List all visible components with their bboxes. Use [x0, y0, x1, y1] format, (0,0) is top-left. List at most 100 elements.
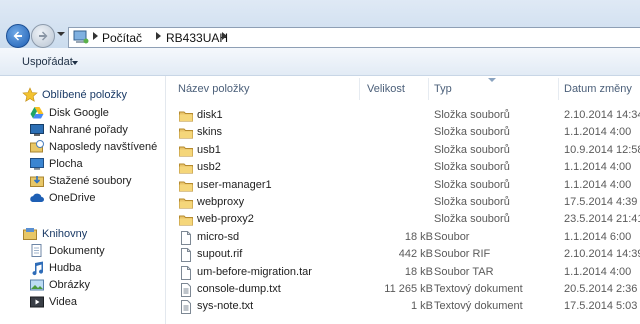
file-row[interactable]: user-manager1 Složka souborů 1.1.2014 4:00 — [166, 177, 640, 194]
folder-icon — [179, 111, 193, 122]
file-type: Složka souborů — [434, 109, 510, 121]
sidebar-item-label: Plocha — [49, 158, 83, 170]
file-row[interactable]: supout.rif 442 kB Soubor RIF 2.10.2014 14:3… — [166, 246, 640, 263]
sidebar-favorites-label: Oblíbené položky — [42, 89, 127, 101]
file-row[interactable]: console-dump.txt 11 265 kB Textový dokumen… — [166, 281, 640, 298]
file-type: Složka souborů — [434, 161, 510, 174]
file-name: micro-sd — [197, 230, 240, 243]
chevron-down-icon — [72, 61, 78, 65]
file-date: 1.1.2014 4:00 — [564, 161, 632, 174]
column-header-date[interactable]: Datum změny — [564, 83, 632, 95]
file-type: Soubor TAR — [434, 265, 494, 278]
forward-button[interactable] — [31, 24, 55, 48]
file-date: 1.1.2014 4:00 — [564, 265, 632, 278]
libraries-icon — [23, 228, 37, 240]
organize-button[interactable]: Uspořádat — [22, 56, 73, 68]
file-date: 20.5.2014 2:36 — [564, 283, 638, 295]
file-row[interactable]: sys-note.txt 1 kB Textový dokument 17.5.201… — [166, 298, 640, 315]
folder-icon — [179, 198, 193, 209]
file-name: web-proxy2 — [197, 213, 254, 226]
documents-icon — [31, 244, 42, 257]
breadcrumb-separator[interactable] — [93, 32, 98, 40]
column-divider[interactable] — [359, 78, 360, 100]
computer-icon — [73, 30, 89, 44]
file-size: 18 kB — [404, 230, 433, 243]
file-row[interactable]: skins Složka souborů 1.1.2014 4:00 — [166, 124, 640, 141]
back-button[interactable] — [6, 24, 30, 48]
folder-icon — [179, 215, 193, 226]
folder-icon — [179, 181, 193, 192]
column-divider[interactable] — [558, 78, 559, 100]
sidebar-item-label: Nahrané pořady — [49, 124, 128, 136]
videos-icon — [30, 296, 44, 308]
breadcrumb[interactable]: Počítač RB433UAH — [68, 27, 640, 48]
recorded-tv-icon — [30, 124, 44, 136]
column-header-type[interactable]: Typ — [434, 83, 452, 95]
file-type: Složka souborů — [434, 178, 510, 191]
file-name: webproxy — [197, 196, 245, 208]
file-icon — [181, 230, 191, 245]
breadcrumb-separator[interactable] — [222, 32, 227, 40]
file-date: 23.5.2014 21:41 — [564, 213, 640, 226]
file-row[interactable]: usb2 Složka souborů 1.1.2014 4:00 — [166, 159, 640, 176]
sidebar-item-label: Stažené soubory — [49, 175, 132, 187]
file-date: 17.5.2014 4:39 — [564, 196, 638, 208]
file-icon — [181, 248, 191, 263]
recent-places-icon — [30, 140, 44, 153]
breadcrumb-separator[interactable] — [156, 32, 161, 40]
sidebar-libraries-label: Knihovny — [42, 228, 88, 240]
file-type: Složka souborů — [434, 126, 510, 139]
file-type: Složka souborů — [434, 213, 510, 226]
file-type: Složka souborů — [434, 143, 510, 156]
file-type: Složka souborů — [434, 196, 510, 208]
file-size: 1 kB — [410, 300, 433, 313]
file-type: Soubor RIF — [434, 248, 491, 261]
file-name: user-manager1 — [197, 178, 272, 191]
music-icon — [32, 261, 44, 276]
downloads-icon — [30, 176, 44, 187]
sidebar-item-label: Naposledy navštívené — [49, 141, 158, 153]
sidebar-item-label: Disk Google — [49, 107, 109, 119]
file-date: 1.1.2014 4:00 — [564, 126, 632, 139]
file-row[interactable]: um-before-migration.tar 18 kB Soubor TAR 1.… — [166, 264, 640, 281]
sidebar-item-label: Videa — [49, 296, 77, 308]
file-date: 17.5.2014 5:03 — [564, 300, 638, 313]
file-size: 18 kB — [404, 265, 433, 278]
file-name: usb2 — [197, 161, 221, 174]
file-row[interactable]: web-proxy2 Složka souborů 23.5.2014 21:41 — [166, 211, 640, 228]
file-name: supout.rif — [197, 248, 243, 261]
file-type: Textový dokument — [434, 283, 523, 295]
file-date: 1.1.2014 6:00 — [564, 230, 632, 243]
file-name: skins — [197, 126, 223, 139]
desktop-icon — [30, 158, 44, 170]
file-date: 10.9.2014 12:58 — [564, 143, 640, 156]
file-list: Název položky Velikost Typ Datum změny d… — [166, 76, 640, 324]
sidebar-item-label: Obrázky — [49, 279, 90, 291]
column-header-size[interactable]: Velikost — [367, 83, 405, 95]
star-icon — [22, 87, 38, 102]
sidebar-item-label: Dokumenty — [49, 245, 105, 257]
navigation-pane: Oblíbené položky Disk Google Nahrané poř… — [0, 76, 165, 324]
file-row[interactable]: disk1 Složka souborů 2.10.2014 14:34 — [166, 107, 640, 124]
breadcrumb-item-device[interactable]: RB433UAH — [166, 31, 228, 45]
column-header-name[interactable]: Název položky — [178, 83, 250, 95]
file-row[interactable]: usb1 Složka souborů 10.9.2014 12:58 — [166, 142, 640, 159]
file-date: 2.10.2014 14:39 — [564, 248, 640, 261]
file-name: disk1 — [197, 109, 223, 121]
recent-pages-dropdown[interactable] — [57, 32, 65, 36]
file-date: 1.1.2014 4:00 — [564, 178, 632, 191]
file-name: sys-note.txt — [197, 300, 254, 313]
breadcrumb-item-computer[interactable]: Počítač — [102, 31, 142, 45]
file-name: um-before-migration.tar — [197, 265, 312, 278]
column-divider[interactable] — [428, 78, 429, 100]
file-name: console-dump.txt — [197, 283, 281, 295]
file-row[interactable]: micro-sd 18 kB Soubor 1.1.2014 6:00 — [166, 229, 640, 246]
arrow-right-icon — [39, 31, 48, 41]
file-size: 11 265 kB — [384, 283, 433, 295]
file-row[interactable]: webproxy Složka souborů 17.5.2014 4:39 — [166, 194, 640, 211]
folder-icon — [179, 146, 193, 157]
google-drive-icon — [30, 107, 44, 119]
sidebar-item-label: OneDrive — [49, 192, 96, 204]
onedrive-icon — [30, 193, 44, 202]
file-name: usb1 — [197, 143, 221, 156]
